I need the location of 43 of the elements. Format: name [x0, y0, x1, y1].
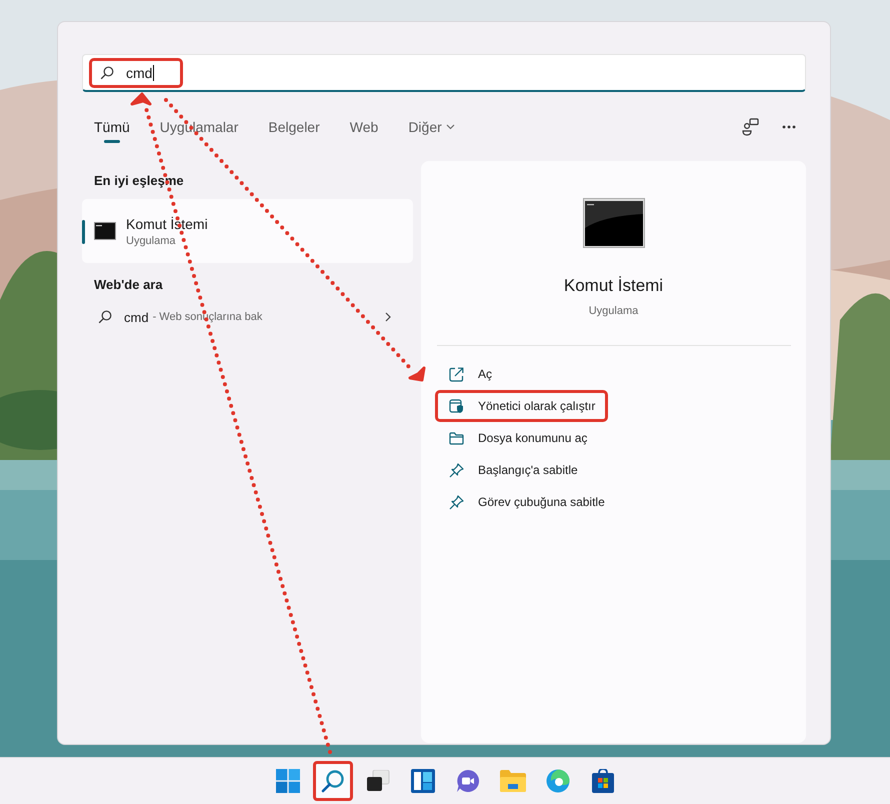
windows-logo-icon	[276, 769, 300, 793]
search-text: cmd	[126, 64, 154, 80]
web-search-item[interactable]: cmd - Web sonuçlarına bak	[82, 302, 413, 332]
app-type: Uygulama	[126, 234, 177, 246]
filter-tab[interactable]: Uygulamalar	[148, 113, 250, 141]
action-item[interactable]: Yönetici olarak çalıştır	[435, 390, 608, 422]
shield-window-icon	[449, 398, 464, 414]
chevron-icon	[385, 312, 391, 322]
hint-text: - Web sonuçlarına bak	[152, 311, 262, 323]
action-item[interactable]: Dosya konumunu aç	[435, 422, 600, 454]
filter-tab[interactable]: Diğer	[396, 113, 467, 141]
app-name: Komut İstemi	[564, 276, 664, 296]
filter-tab[interactable]: Belgeler	[256, 113, 332, 141]
task-view-icon	[366, 770, 390, 792]
search-icon	[100, 66, 114, 80]
pin-icon	[449, 462, 464, 478]
section-heading: Web'de ara	[94, 277, 164, 292]
terminal-icon	[94, 222, 116, 240]
search-icon	[98, 310, 112, 324]
filter-tab[interactable]: Tümü	[82, 113, 142, 141]
action-item[interactable]: Görev çubuğuna sabitle	[435, 486, 618, 518]
pin-icon	[449, 494, 464, 510]
action-item[interactable]: Aç	[435, 358, 506, 390]
account-icon[interactable]	[742, 118, 760, 136]
more-icon[interactable]	[782, 125, 796, 129]
search-field[interactable]: cmd	[82, 54, 806, 92]
store-bag-icon	[592, 769, 614, 793]
search-icon	[320, 769, 344, 793]
browser-icon	[546, 769, 570, 793]
app-type: Uygulama	[588, 305, 638, 317]
action-item[interactable]: Başlangıç'a sabitle	[435, 454, 591, 486]
app-name: Komut İstemi	[126, 216, 208, 232]
folder-icon	[449, 432, 464, 444]
folder-icon	[500, 770, 526, 792]
query-text: cmd	[124, 310, 149, 324]
widgets-icon	[410, 769, 434, 793]
terminal-icon	[582, 198, 644, 248]
external-link-icon	[449, 366, 464, 382]
caret-icon	[446, 124, 455, 130]
best-match-item[interactable]: Komut İstemi Uygulama	[82, 199, 413, 263]
section-heading: En iyi eşleşme	[94, 173, 185, 188]
video-chat-icon	[456, 769, 480, 793]
filter-tab[interactable]: Web	[338, 113, 390, 141]
